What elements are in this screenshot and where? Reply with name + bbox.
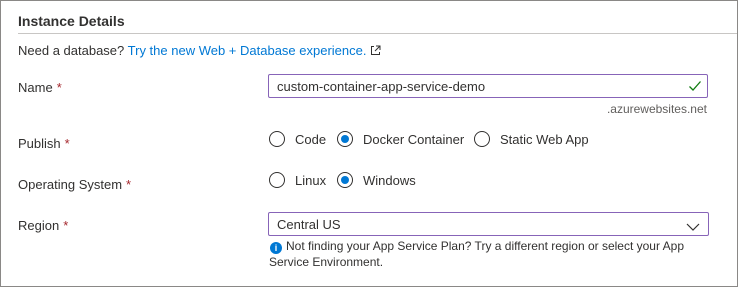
required-marker: * bbox=[56, 80, 62, 95]
os-radio-linux[interactable]: Linux bbox=[269, 172, 326, 188]
os-label-text: Operating System bbox=[18, 177, 123, 192]
radio-label: Windows bbox=[363, 172, 416, 188]
chevron-down-icon[interactable] bbox=[686, 219, 700, 237]
name-input-value[interactable]: custom-container-app-service-demo bbox=[277, 79, 485, 94]
radio-circle-selected[interactable] bbox=[337, 131, 353, 147]
radio-label: Static Web App bbox=[500, 131, 589, 147]
region-dropdown-value[interactable]: Central US bbox=[277, 217, 341, 232]
region-label-text: Region bbox=[18, 218, 60, 233]
publish-radio-code[interactable]: Code bbox=[269, 131, 326, 147]
radio-circle-selected[interactable] bbox=[337, 172, 353, 188]
required-marker: * bbox=[63, 218, 69, 233]
radio-label: Code bbox=[295, 131, 327, 147]
publish-radio-static-web-app[interactable]: Static Web App bbox=[474, 131, 589, 147]
radio-circle[interactable] bbox=[269, 172, 285, 188]
radio-circle[interactable] bbox=[474, 131, 490, 147]
section-divider bbox=[18, 33, 737, 34]
radio-label: Linux bbox=[295, 172, 327, 188]
region-info-text: Not finding your App Service Plan? Try a… bbox=[269, 239, 685, 269]
instance-details-panel: Instance Details Need a database? Try th… bbox=[0, 0, 738, 287]
database-prompt: Need a database? Try the new Web + Datab… bbox=[18, 43, 381, 59]
region-label: Region * bbox=[18, 218, 68, 233]
domain-suffix: .azurewebsites.net bbox=[606, 102, 707, 116]
info-icon: i bbox=[270, 242, 282, 254]
required-marker: * bbox=[126, 177, 132, 192]
publish-label: Publish * bbox=[18, 136, 70, 151]
os-label: Operating System * bbox=[18, 177, 131, 192]
required-marker: * bbox=[64, 136, 70, 151]
name-input[interactable]: custom-container-app-service-demo bbox=[268, 74, 708, 98]
name-label: Name * bbox=[18, 80, 62, 95]
checkmark-icon bbox=[688, 79, 702, 97]
publish-label-text: Publish bbox=[18, 136, 61, 151]
database-prompt-text: Need a database? bbox=[18, 43, 125, 58]
name-label-text: Name bbox=[18, 80, 53, 95]
web-database-link[interactable]: Try the new Web + Database experience. bbox=[128, 43, 367, 58]
radio-circle[interactable] bbox=[269, 131, 285, 147]
os-radio-windows[interactable]: Windows bbox=[337, 172, 416, 188]
publish-radio-docker-container[interactable]: Docker Container bbox=[337, 131, 464, 147]
region-dropdown[interactable]: Central US bbox=[268, 212, 709, 236]
region-info-message: i Not finding your App Service Plan? Try … bbox=[269, 238, 709, 270]
radio-label: Docker Container bbox=[363, 131, 465, 147]
external-link-icon[interactable] bbox=[370, 44, 381, 59]
section-title: Instance Details bbox=[18, 13, 125, 29]
